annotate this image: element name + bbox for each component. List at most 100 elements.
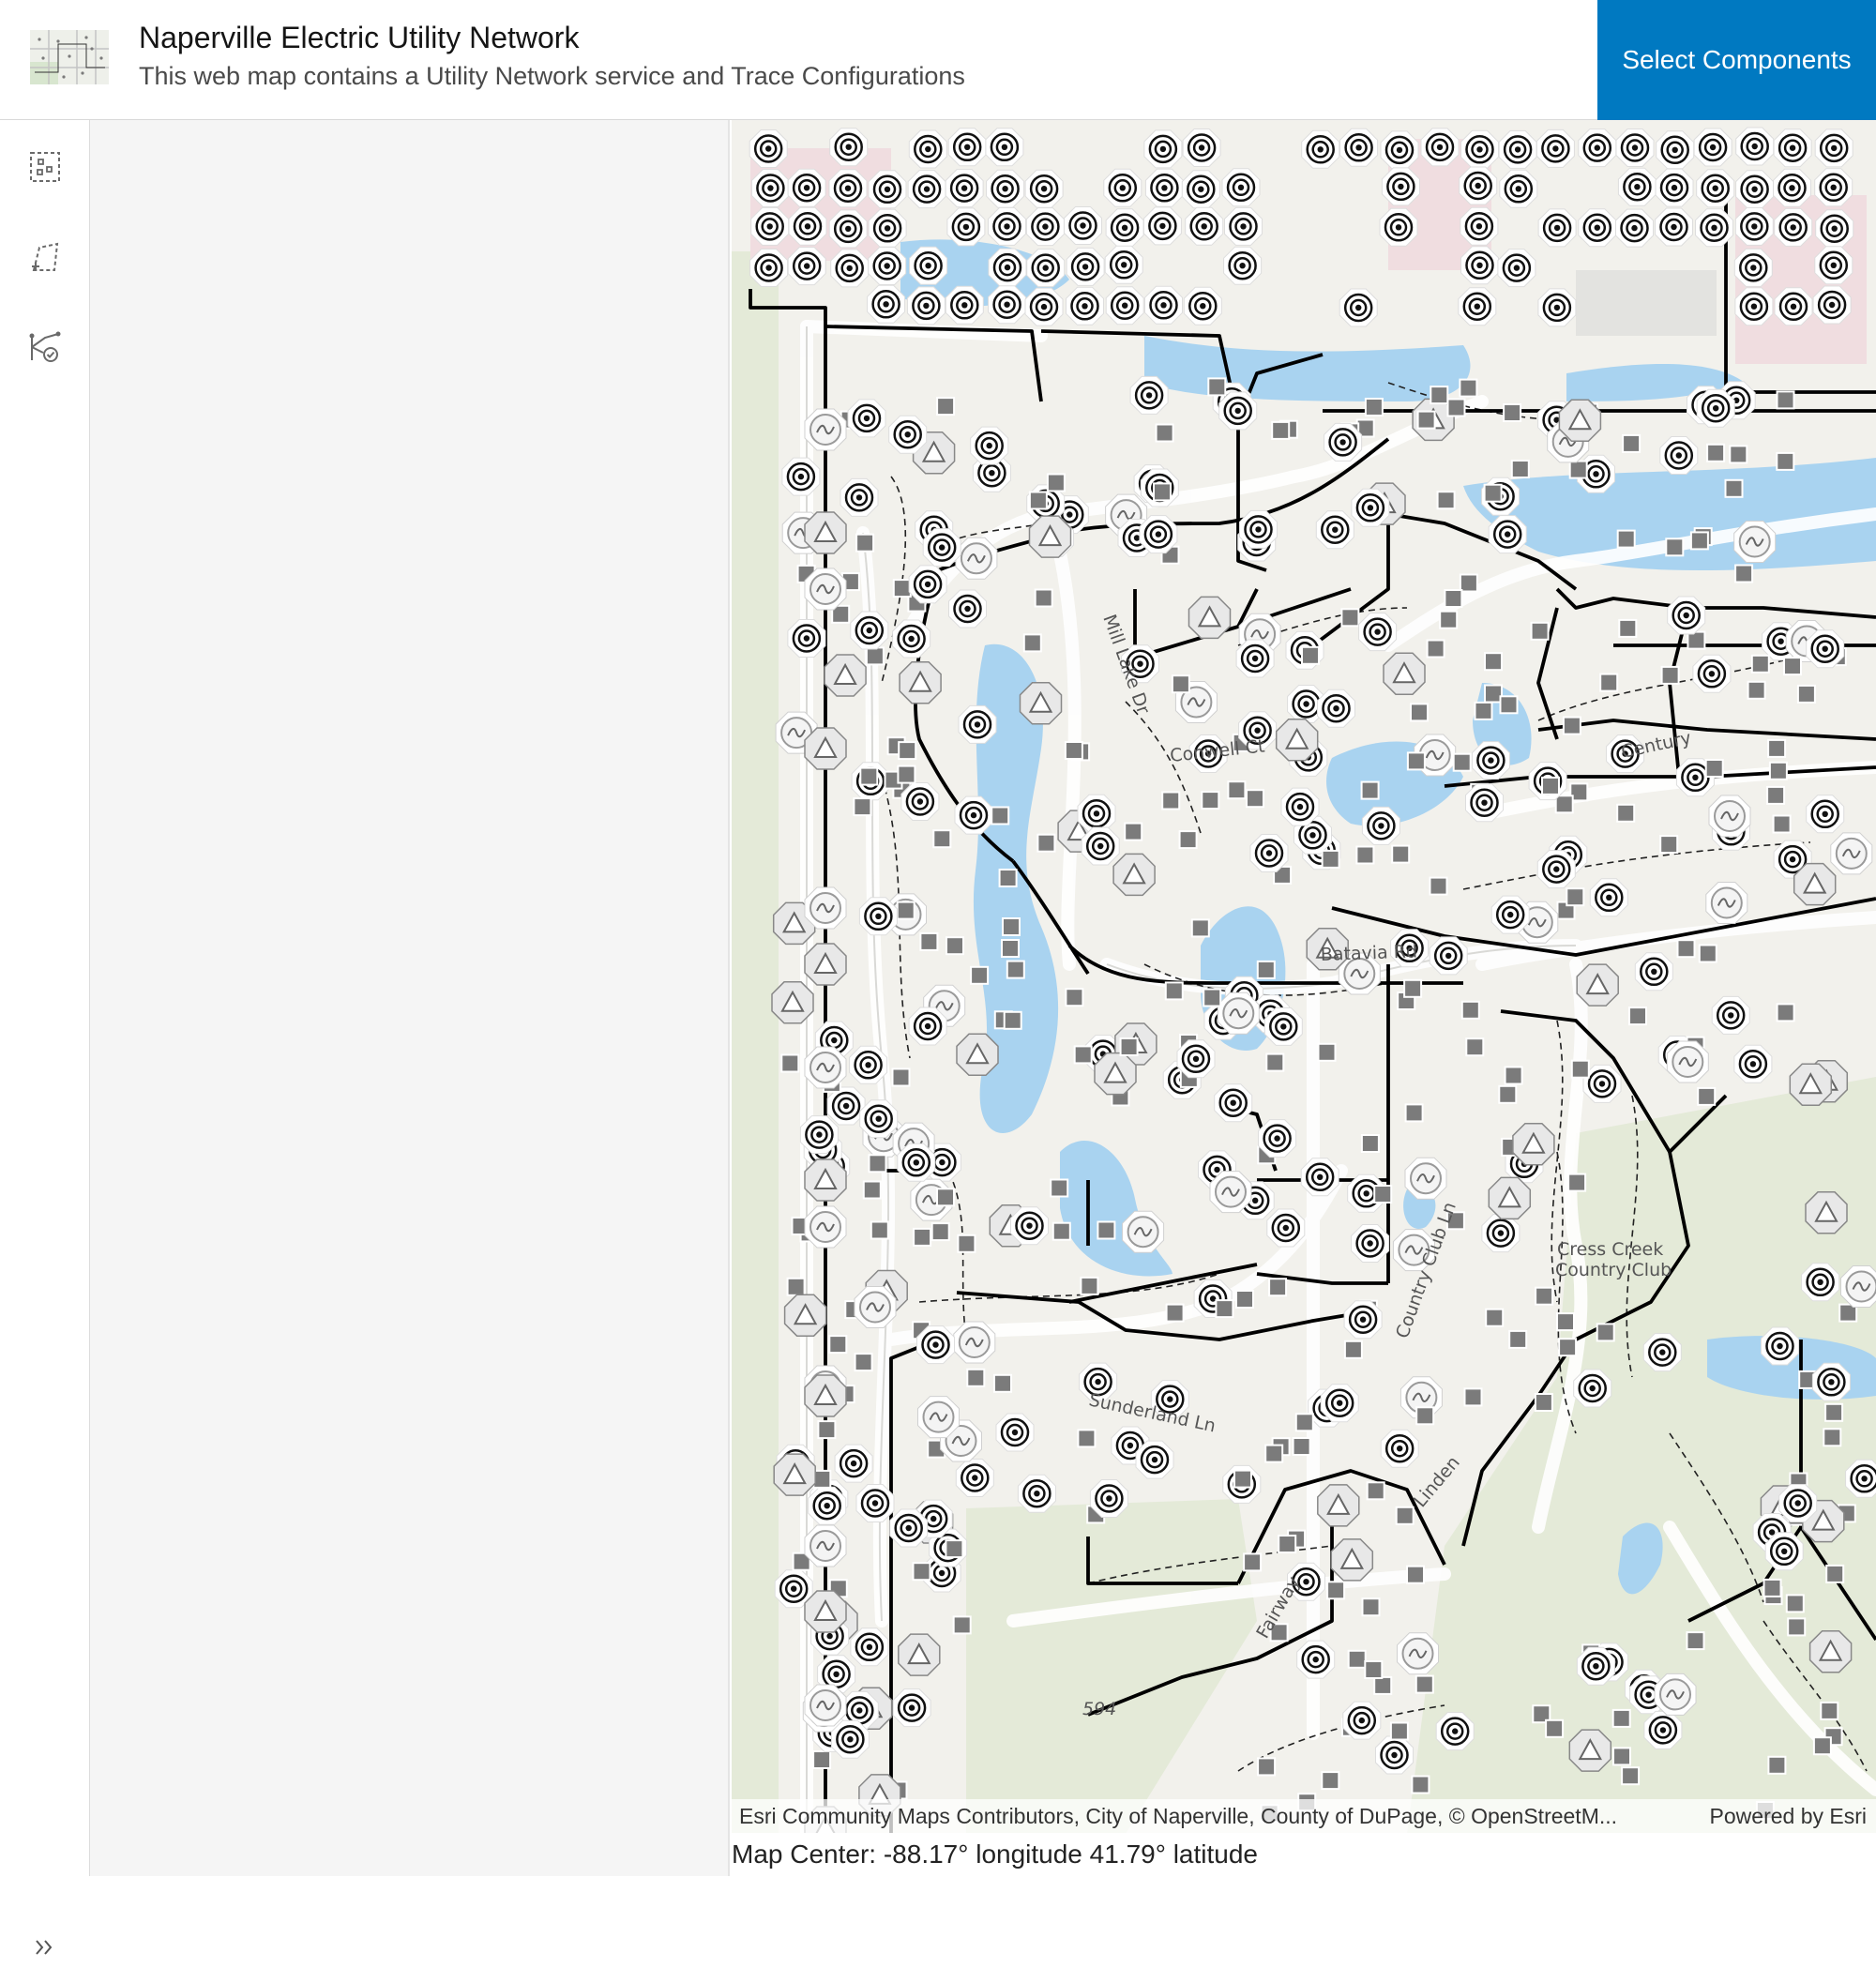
trace-tool[interactable] <box>23 325 68 370</box>
transformer-symbol[interactable] <box>1574 1370 1611 1407</box>
meter-symbol[interactable] <box>1236 1291 1253 1308</box>
transformer-symbol[interactable] <box>996 1414 1034 1451</box>
transformer-symbol[interactable] <box>1376 1736 1414 1774</box>
transformer-symbol[interactable] <box>1104 169 1142 206</box>
meter-symbol[interactable] <box>1203 990 1220 1007</box>
transformer-symbol[interactable] <box>1362 807 1399 844</box>
transformer-symbol[interactable] <box>1236 640 1274 677</box>
transformer-symbol[interactable] <box>1267 1209 1305 1247</box>
meter-symbol[interactable] <box>1269 1279 1286 1295</box>
transformer-symbol[interactable] <box>851 612 888 649</box>
transformer-symbol[interactable] <box>1816 210 1853 248</box>
meter-symbol[interactable] <box>932 1223 949 1240</box>
transformer-symbol[interactable] <box>1302 130 1339 168</box>
transformer-symbol[interactable] <box>1498 250 1536 287</box>
transformer-symbol[interactable] <box>869 171 906 208</box>
transformer-symbol[interactable] <box>1736 128 1774 165</box>
meter-symbol[interactable] <box>1066 742 1082 759</box>
transformer-symbol[interactable] <box>1643 1334 1681 1371</box>
meter-symbol[interactable] <box>991 808 1008 825</box>
transformer-symbol[interactable] <box>901 783 939 821</box>
transformer-symbol[interactable] <box>1466 784 1504 822</box>
transformer-symbol[interactable] <box>1065 207 1102 245</box>
transformer-symbol[interactable] <box>829 210 867 248</box>
switch-symbol[interactable] <box>805 944 846 985</box>
meter-symbol[interactable] <box>856 535 873 552</box>
transformer-symbol[interactable] <box>1250 835 1288 872</box>
transformer-symbol[interactable] <box>1381 1430 1418 1467</box>
transformer-symbol[interactable] <box>1775 208 1812 246</box>
transformer-symbol[interactable] <box>987 170 1024 207</box>
meter-symbol[interactable] <box>1666 538 1683 555</box>
meter-symbol[interactable] <box>1486 1309 1503 1326</box>
switch-symbol[interactable] <box>1021 683 1062 724</box>
meter-symbol[interactable] <box>1505 1067 1522 1084</box>
fuse-symbol[interactable] <box>1218 992 1259 1034</box>
meter-symbol[interactable] <box>1687 1632 1704 1649</box>
transformer-symbol[interactable] <box>1140 516 1177 553</box>
meter-symbol[interactable] <box>1559 1339 1576 1355</box>
meter-symbol[interactable] <box>1691 532 1708 549</box>
meter-symbol[interactable] <box>1244 1553 1261 1570</box>
fuse-symbol[interactable] <box>805 1047 846 1088</box>
transformer-symbol[interactable] <box>1482 1215 1520 1252</box>
transformer-symbol[interactable] <box>1183 129 1220 167</box>
switch-symbol[interactable] <box>1790 1064 1831 1105</box>
transformer-symbol[interactable] <box>909 1007 946 1045</box>
transformer-symbol[interactable] <box>1461 130 1499 168</box>
transformer-symbol[interactable] <box>800 1116 838 1154</box>
transformer-symbol[interactable] <box>1762 1327 1799 1365</box>
meter-symbol[interactable] <box>1030 492 1047 509</box>
transformer-symbol[interactable] <box>1734 249 1772 286</box>
transformer-symbol[interactable] <box>1735 207 1773 245</box>
meter-symbol[interactable] <box>1613 1710 1630 1727</box>
meter-symbol[interactable] <box>1202 792 1218 809</box>
transformer-symbol[interactable] <box>1225 207 1263 245</box>
transformer-symbol[interactable] <box>1460 207 1498 245</box>
transformer-symbol[interactable] <box>1693 655 1731 692</box>
transformer-symbol[interactable] <box>1215 1084 1252 1122</box>
meter-symbol[interactable] <box>1707 445 1724 462</box>
transformer-symbol[interactable] <box>948 129 986 166</box>
transformer-symbol[interactable] <box>856 1485 894 1522</box>
meter-symbol[interactable] <box>1356 847 1373 864</box>
meter-symbol[interactable] <box>1323 851 1339 868</box>
meter-symbol[interactable] <box>893 1069 910 1086</box>
fuse-symbol[interactable] <box>1709 795 1750 837</box>
fuse-symbol[interactable] <box>1734 522 1776 563</box>
switch-symbol[interactable] <box>1577 964 1618 1006</box>
select-components-button[interactable]: Select Components <box>1597 0 1876 120</box>
transformer-symbol[interactable] <box>1774 169 1811 206</box>
meter-symbol[interactable] <box>1735 566 1752 583</box>
transformer-symbol[interactable] <box>1812 1363 1850 1400</box>
meter-symbol[interactable] <box>1448 400 1465 416</box>
meter-symbol[interactable] <box>1125 824 1142 840</box>
transformer-symbol[interactable] <box>751 207 789 245</box>
meter-symbol[interactable] <box>898 766 915 783</box>
meter-symbol[interactable] <box>1532 623 1549 640</box>
transformer-symbol[interactable] <box>959 705 996 743</box>
meter-symbol[interactable] <box>1365 1661 1382 1678</box>
transformer-symbol[interactable] <box>1537 851 1575 888</box>
transformer-symbol[interactable] <box>868 285 905 323</box>
meter-symbol[interactable] <box>1228 781 1245 798</box>
meter-symbol[interactable] <box>1362 1135 1379 1152</box>
transformer-symbol[interactable] <box>1264 1007 1302 1045</box>
transformer-symbol[interactable] <box>923 529 961 567</box>
transformer-symbol[interactable] <box>1324 423 1362 461</box>
meter-symbol[interactable] <box>1475 703 1492 719</box>
meter-symbol[interactable] <box>1374 1186 1391 1203</box>
transformer-symbol[interactable] <box>1712 996 1749 1034</box>
meter-symbol[interactable] <box>1623 435 1640 452</box>
fuse-symbol[interactable] <box>956 537 997 579</box>
transformer-symbol[interactable] <box>909 130 946 168</box>
meter-symbol[interactable] <box>1536 1394 1552 1411</box>
meter-symbol[interactable] <box>1556 795 1573 812</box>
meter-symbol[interactable] <box>954 1616 971 1633</box>
transformer-symbol[interactable] <box>788 248 825 285</box>
meter-symbol[interactable] <box>1208 378 1225 395</box>
meter-symbol[interactable] <box>933 830 950 847</box>
meter-symbol[interactable] <box>1564 718 1581 734</box>
fuse-symbol[interactable] <box>805 409 846 450</box>
transformer-symbol[interactable] <box>859 898 897 935</box>
